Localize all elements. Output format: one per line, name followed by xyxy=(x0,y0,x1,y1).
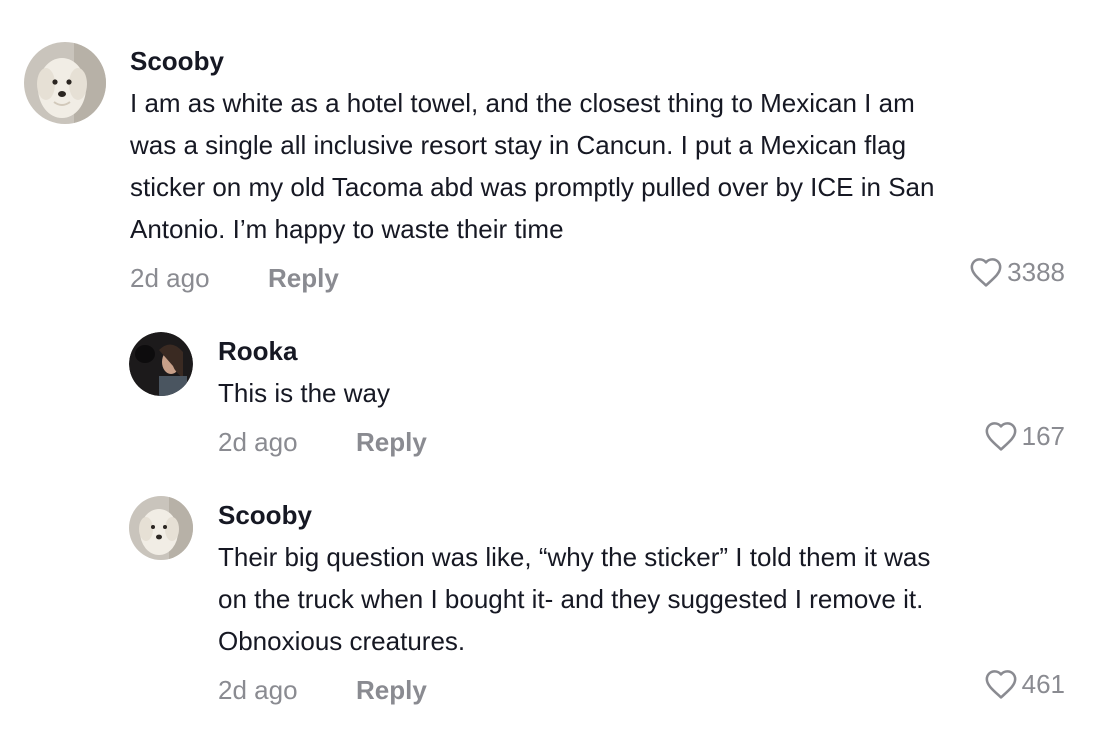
comment-text-line: Obnoxious creatures. xyxy=(218,626,466,656)
comment-text: I am as white as a hotel towel, and the … xyxy=(130,82,1065,250)
comment-meta: 2d ago Reply xyxy=(130,258,1065,298)
reply-item: Scooby Their big question was like, “why… xyxy=(129,496,1065,710)
like-count: 3388 xyxy=(1007,256,1065,287)
comment-text-line: was a single all inclusive resort stay i… xyxy=(130,130,907,160)
reply-button[interactable]: Reply xyxy=(356,427,427,458)
avatar[interactable] xyxy=(24,42,106,124)
comment-timestamp: 2d ago xyxy=(218,674,298,705)
reply-item: Rooka This is the way 2d ago Reply xyxy=(129,332,1065,462)
comment-text-line: Antonio. I’m happy to waste their time xyxy=(130,214,564,244)
comment-body: Rooka This is the way 2d ago Reply xyxy=(218,332,1065,462)
comment-meta: 2d ago Reply xyxy=(218,422,1065,462)
like-count: 167 xyxy=(1021,420,1065,451)
heart-outline-icon xyxy=(985,422,1017,451)
comment-text: This is the way xyxy=(218,372,1065,414)
avatar[interactable] xyxy=(129,496,193,560)
comment-body: Scooby I am as white as a hotel towel, a… xyxy=(130,42,1065,298)
like-button[interactable]: 3388 xyxy=(969,256,1065,288)
reply-button[interactable]: Reply xyxy=(356,675,427,706)
heart-outline-icon xyxy=(985,670,1017,699)
comment-text-line: sticker on my old Tacoma abd was promptl… xyxy=(130,172,935,202)
comment-text: Their big question was like, “why the st… xyxy=(218,536,1065,662)
comment-username[interactable]: Scooby xyxy=(130,46,1065,76)
like-button[interactable]: 167 xyxy=(984,420,1065,452)
comment-username[interactable]: Rooka xyxy=(218,336,1065,366)
heart-outline-icon xyxy=(970,258,1002,287)
comment-timestamp: 2d ago xyxy=(130,262,210,293)
like-button[interactable]: 461 xyxy=(984,668,1065,700)
comment-text-line: This is the way xyxy=(218,378,390,408)
comment-meta: 2d ago Reply xyxy=(218,670,1065,710)
comment-timestamp: 2d ago xyxy=(218,426,298,457)
comment-body: Scooby Their big question was like, “why… xyxy=(218,496,1065,710)
comment-username[interactable]: Scooby xyxy=(218,500,1065,530)
comment-text-line: on the truck when I bought it- and they … xyxy=(218,584,924,614)
comment-text-line: I am as white as a hotel towel, and the … xyxy=(130,88,915,118)
like-count: 461 xyxy=(1021,668,1065,699)
reply-button[interactable]: Reply xyxy=(268,263,339,294)
comment-item: Scooby I am as white as a hotel towel, a… xyxy=(24,42,1065,298)
avatar[interactable] xyxy=(129,332,193,396)
comment-text-line: Their big question was like, “why the st… xyxy=(218,542,931,572)
